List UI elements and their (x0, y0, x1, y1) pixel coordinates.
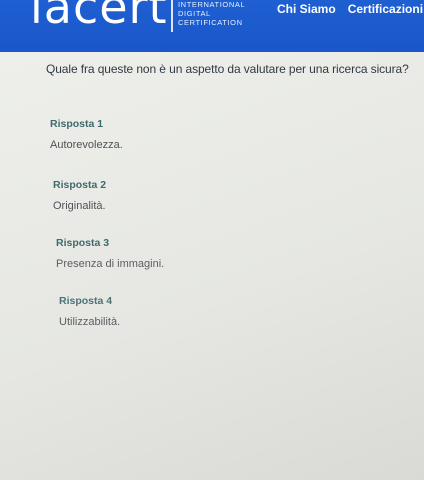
answer-option-3[interactable]: Risposta 3 Presenza di immagini. (56, 237, 164, 270)
site-header: iacert INTERNATIONAL DIGITAL CERTIFICATI… (0, 0, 424, 52)
question-text: Quale fra queste non è un aspetto da val… (46, 62, 409, 76)
logo-tagline-line: INTERNATIONAL (178, 0, 246, 9)
iacert-logo[interactable]: iacert (30, 0, 168, 30)
answer-option-2[interactable]: Risposta 2 Originalità. (53, 179, 106, 212)
answer-label: Risposta 3 (56, 237, 110, 249)
nav-link-certificazioni[interactable]: Certificazioni (348, 2, 423, 16)
answer-text: Presenza di immagini. (56, 258, 165, 270)
answer-text: Utilizzabilità. (59, 316, 121, 328)
answer-label: Risposta 2 (53, 179, 107, 191)
answer-option-4[interactable]: Risposta 4 Utilizzabilità. (59, 295, 120, 328)
logo-tagline-line: CERTIFICATION (178, 18, 243, 27)
answer-text: Originalità. (53, 200, 106, 212)
top-nav: Chi Siamo Certificazioni (277, 2, 423, 16)
answer-text: Autorevolezza. (50, 139, 123, 151)
answer-label: Risposta 4 (59, 295, 113, 307)
answer-option-1[interactable]: Risposta 1 Autorevolezza. (50, 118, 123, 151)
logo-tagline-line: DIGITAL (178, 9, 211, 18)
nav-link-chi-siamo[interactable]: Chi Siamo (277, 2, 336, 16)
logo-tagline: INTERNATIONAL DIGITAL CERTIFICATION (178, 0, 245, 27)
answer-label: Risposta 1 (50, 118, 104, 130)
logo-divider (171, 0, 173, 32)
